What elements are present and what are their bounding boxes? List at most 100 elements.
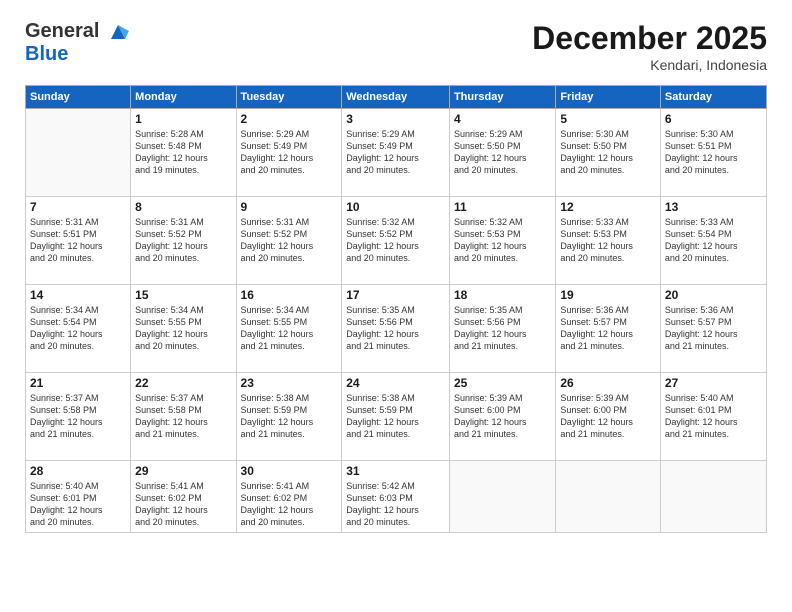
header: General Blue December 2025 Kendari, Indo… <box>25 20 767 73</box>
day-info: Sunrise: 5:35 AM Sunset: 5:56 PM Dayligh… <box>454 304 551 353</box>
calendar-cell: 29Sunrise: 5:41 AM Sunset: 6:02 PM Dayli… <box>131 461 236 533</box>
calendar-cell: 4 Sunrise: 5:29 AM Sunset: 5:50 PM Daylig… <box>449 109 555 197</box>
day-number: 30 <box>241 464 338 478</box>
day-info: Sunrise: 5:33 AM Sunset: 5:54 PM Dayligh… <box>665 216 762 265</box>
location: Kendari, Indonesia <box>532 57 767 73</box>
weekday-header: Sunday <box>26 86 131 109</box>
calendar-cell: 11 Sunrise: 5:32 AM Sunset: 5:53 PM Dayli… <box>449 197 555 285</box>
day-number: 24 <box>346 376 445 390</box>
logo-text-blue: Blue <box>25 43 129 65</box>
calendar-cell: 7 Sunrise: 5:31 AM Sunset: 5:51 PM Daylig… <box>26 197 131 285</box>
calendar-cell: 30 Sunrise: 5:41 AM Sunset: 6:02 PM Dayli… <box>236 461 342 533</box>
day-info: Sunrise: 5:29 AM Sunset: 5:50 PM Dayligh… <box>454 128 551 177</box>
calendar-cell: 26 Sunrise: 5:39 AM Sunset: 6:00 PM Dayli… <box>556 373 661 461</box>
weekday-header: Monday <box>131 86 236 109</box>
calendar-week-row: 21 Sunrise: 5:37 AM Sunset: 5:58 PM Dayli… <box>26 373 767 461</box>
day-number: 31 <box>346 464 445 478</box>
day-info: Sunrise: 5:32 AM Sunset: 5:52 PM Dayligh… <box>346 216 445 265</box>
calendar-cell: 3Sunrise: 5:29 AM Sunset: 5:49 PM Daylig… <box>342 109 450 197</box>
calendar-cell: 15Sunrise: 5:34 AM Sunset: 5:55 PM Dayli… <box>131 285 236 373</box>
day-number: 22 <box>135 376 231 390</box>
day-info: Sunrise: 5:38 AM Sunset: 5:59 PM Dayligh… <box>241 392 338 441</box>
calendar-body: 1Sunrise: 5:28 AM Sunset: 5:48 PM Daylig… <box>26 109 767 533</box>
calendar-week-row: 7 Sunrise: 5:31 AM Sunset: 5:51 PM Daylig… <box>26 197 767 285</box>
day-number: 26 <box>560 376 656 390</box>
calendar-cell: 9Sunrise: 5:31 AM Sunset: 5:52 PM Daylig… <box>236 197 342 285</box>
day-number: 7 <box>30 200 126 214</box>
day-info: Sunrise: 5:29 AM Sunset: 5:49 PM Dayligh… <box>241 128 338 177</box>
calendar-week-row: 1Sunrise: 5:28 AM Sunset: 5:48 PM Daylig… <box>26 109 767 197</box>
day-number: 2 <box>241 112 338 126</box>
calendar-page: General Blue December 2025 Kendari, Indo… <box>0 0 792 612</box>
day-number: 18 <box>454 288 551 302</box>
day-number: 21 <box>30 376 126 390</box>
day-number: 12 <box>560 200 656 214</box>
calendar-table: SundayMondayTuesdayWednesdayThursdayFrid… <box>25 85 767 533</box>
calendar-cell: 21Sunrise: 5:37 AM Sunset: 5:58 PM Dayli… <box>26 373 131 461</box>
calendar-cell: 23 Sunrise: 5:38 AM Sunset: 5:59 PM Dayli… <box>236 373 342 461</box>
calendar-cell: 8Sunrise: 5:31 AM Sunset: 5:52 PM Daylig… <box>131 197 236 285</box>
calendar-cell: 27 Sunrise: 5:40 AM Sunset: 6:01 PM Dayli… <box>660 373 766 461</box>
calendar-cell: 22 Sunrise: 5:37 AM Sunset: 5:58 PM Dayli… <box>131 373 236 461</box>
day-number: 6 <box>665 112 762 126</box>
calendar-cell: 25Sunrise: 5:39 AM Sunset: 6:00 PM Dayli… <box>449 373 555 461</box>
calendar-cell: 13 Sunrise: 5:33 AM Sunset: 5:54 PM Dayli… <box>660 197 766 285</box>
day-info: Sunrise: 5:32 AM Sunset: 5:53 PM Dayligh… <box>454 216 551 265</box>
day-info: Sunrise: 5:30 AM Sunset: 5:51 PM Dayligh… <box>665 128 762 177</box>
day-number: 23 <box>241 376 338 390</box>
calendar-cell: 17 Sunrise: 5:35 AM Sunset: 5:56 PM Dayli… <box>342 285 450 373</box>
logo-icon <box>107 21 129 43</box>
calendar-cell: 1Sunrise: 5:28 AM Sunset: 5:48 PM Daylig… <box>131 109 236 197</box>
day-number: 1 <box>135 112 231 126</box>
calendar-week-row: 28Sunrise: 5:40 AM Sunset: 6:01 PM Dayli… <box>26 461 767 533</box>
weekday-header: Thursday <box>449 86 555 109</box>
calendar-cell: 18 Sunrise: 5:35 AM Sunset: 5:56 PM Dayli… <box>449 285 555 373</box>
day-info: Sunrise: 5:38 AM Sunset: 5:59 PM Dayligh… <box>346 392 445 441</box>
calendar-cell: 10 Sunrise: 5:32 AM Sunset: 5:52 PM Dayli… <box>342 197 450 285</box>
calendar-cell: 16 Sunrise: 5:34 AM Sunset: 5:55 PM Dayli… <box>236 285 342 373</box>
calendar-cell: 14Sunrise: 5:34 AM Sunset: 5:54 PM Dayli… <box>26 285 131 373</box>
calendar-cell <box>556 461 661 533</box>
day-number: 17 <box>346 288 445 302</box>
day-number: 28 <box>30 464 126 478</box>
day-info: Sunrise: 5:39 AM Sunset: 6:00 PM Dayligh… <box>454 392 551 441</box>
day-number: 27 <box>665 376 762 390</box>
day-info: Sunrise: 5:41 AM Sunset: 6:02 PM Dayligh… <box>241 480 338 529</box>
day-number: 16 <box>241 288 338 302</box>
calendar-cell: 5 Sunrise: 5:30 AM Sunset: 5:50 PM Daylig… <box>556 109 661 197</box>
calendar-cell: 2 Sunrise: 5:29 AM Sunset: 5:49 PM Daylig… <box>236 109 342 197</box>
day-number: 11 <box>454 200 551 214</box>
day-info: Sunrise: 5:35 AM Sunset: 5:56 PM Dayligh… <box>346 304 445 353</box>
day-info: Sunrise: 5:34 AM Sunset: 5:55 PM Dayligh… <box>241 304 338 353</box>
day-info: Sunrise: 5:42 AM Sunset: 6:03 PM Dayligh… <box>346 480 445 529</box>
day-number: 13 <box>665 200 762 214</box>
calendar-header: SundayMondayTuesdayWednesdayThursdayFrid… <box>26 86 767 109</box>
day-info: Sunrise: 5:41 AM Sunset: 6:02 PM Dayligh… <box>135 480 231 529</box>
day-info: Sunrise: 5:36 AM Sunset: 5:57 PM Dayligh… <box>665 304 762 353</box>
day-info: Sunrise: 5:29 AM Sunset: 5:49 PM Dayligh… <box>346 128 445 177</box>
weekday-row: SundayMondayTuesdayWednesdayThursdayFrid… <box>26 86 767 109</box>
weekday-header: Friday <box>556 86 661 109</box>
calendar-cell <box>449 461 555 533</box>
calendar-cell: 12Sunrise: 5:33 AM Sunset: 5:53 PM Dayli… <box>556 197 661 285</box>
day-number: 14 <box>30 288 126 302</box>
logo: General Blue <box>25 20 129 65</box>
day-number: 10 <box>346 200 445 214</box>
title-block: December 2025 Kendari, Indonesia <box>532 20 767 73</box>
day-info: Sunrise: 5:34 AM Sunset: 5:55 PM Dayligh… <box>135 304 231 353</box>
logo-text-general: General <box>25 20 99 42</box>
day-number: 8 <box>135 200 231 214</box>
calendar-cell: 24 Sunrise: 5:38 AM Sunset: 5:59 PM Dayli… <box>342 373 450 461</box>
day-info: Sunrise: 5:37 AM Sunset: 5:58 PM Dayligh… <box>135 392 231 441</box>
day-number: 4 <box>454 112 551 126</box>
day-number: 5 <box>560 112 656 126</box>
calendar-cell: 28Sunrise: 5:40 AM Sunset: 6:01 PM Dayli… <box>26 461 131 533</box>
day-number: 9 <box>241 200 338 214</box>
calendar-cell: 20Sunrise: 5:36 AM Sunset: 5:57 PM Dayli… <box>660 285 766 373</box>
day-info: Sunrise: 5:40 AM Sunset: 6:01 PM Dayligh… <box>665 392 762 441</box>
day-info: Sunrise: 5:39 AM Sunset: 6:00 PM Dayligh… <box>560 392 656 441</box>
weekday-header: Saturday <box>660 86 766 109</box>
day-info: Sunrise: 5:30 AM Sunset: 5:50 PM Dayligh… <box>560 128 656 177</box>
day-info: Sunrise: 5:31 AM Sunset: 5:51 PM Dayligh… <box>30 216 126 265</box>
weekday-header: Wednesday <box>342 86 450 109</box>
